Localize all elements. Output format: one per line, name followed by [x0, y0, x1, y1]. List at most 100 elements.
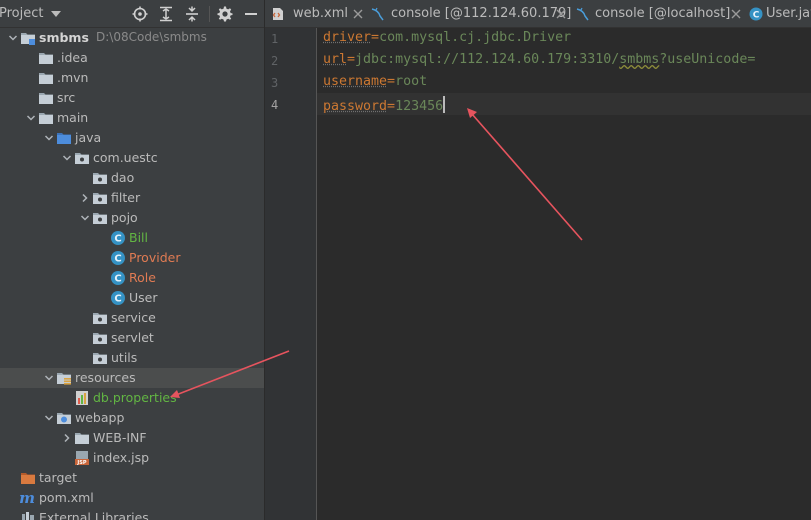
tree-node-external-libraries[interactable]: External Libraries [0, 508, 264, 520]
tree-node-label: resources [75, 370, 136, 385]
chevron-right-icon[interactable] [61, 432, 73, 444]
tree-node-label: src [57, 90, 76, 105]
tree-node-mvn[interactable]: .mvn [0, 68, 264, 88]
project-path: D:\08Code\smbms [96, 30, 207, 44]
excluded-folder-icon [21, 473, 35, 484]
tab-web-xml[interactable]: web.xml [271, 0, 371, 27]
gear-icon[interactable] [217, 6, 233, 22]
property-value: 123456 [395, 99, 444, 114]
code-line[interactable]: username=root [323, 74, 427, 89]
tree-node-dao[interactable]: dao [0, 168, 264, 188]
xml-file-icon [272, 8, 283, 20]
tree-node-main[interactable]: main [0, 108, 264, 128]
close-icon[interactable] [351, 7, 365, 21]
tree-node-idea[interactable]: .idea [0, 48, 264, 68]
tree-node-resources[interactable]: resources [0, 368, 264, 388]
chevron-down-icon[interactable] [79, 212, 91, 224]
tree-node-service[interactable]: service [0, 308, 264, 328]
chevron-down-icon[interactable] [43, 132, 55, 144]
source-folder-icon [57, 133, 71, 144]
tree-node-db-properties[interactable]: db.properties [0, 388, 264, 408]
tree-node-webapp[interactable]: webapp [0, 408, 264, 428]
tree-node-servlet[interactable]: servlet [0, 328, 264, 348]
property-key: username [323, 74, 388, 89]
property-value: com.mysql.cj.jdbc.Driver [379, 30, 572, 45]
code-line-current[interactable]: password=123456 [323, 96, 446, 114]
svg-text:C: C [114, 294, 121, 305]
tree-node-user[interactable]: C User [0, 288, 264, 308]
libraries-icon [22, 512, 34, 520]
folder-icon [39, 53, 53, 64]
tab-user-java[interactable]: C User.java [747, 0, 811, 27]
web-folder-icon [57, 413, 71, 424]
tree-node-label: Role [129, 270, 156, 285]
chevron-right-icon[interactable] [79, 192, 91, 204]
spellcheck-word: smbms [619, 52, 660, 67]
tree-node-label: db.properties [93, 390, 177, 405]
svg-text:C: C [114, 254, 121, 265]
class-icon: C [111, 291, 125, 305]
tree-node-label: Bill [129, 230, 148, 245]
tree-node-label: pom.xml [39, 490, 94, 505]
tree-node-utils[interactable]: utils [0, 348, 264, 368]
folder-icon [39, 73, 53, 84]
jsp-file-icon: JSP [75, 451, 89, 466]
folder-icon [39, 113, 53, 124]
expand-all-icon[interactable] [158, 6, 174, 22]
module-folder-icon [21, 33, 35, 45]
property-value: jdbc:mysql://112.124.60.179:3310/ [355, 52, 620, 67]
class-icon: C [111, 231, 125, 245]
editor-area: web.xml console [@112.124.60.179] consol… [265, 0, 811, 520]
svg-text:JSP: JSP [76, 460, 86, 466]
chevron-down-icon[interactable] [7, 32, 19, 44]
tree-node-index-jsp[interactable]: JSP index.jsp [0, 448, 264, 468]
tab-console-remote[interactable]: console [@112.124.60.179] [369, 0, 574, 27]
chevron-down-icon[interactable] [25, 112, 37, 124]
tree-node-smbms[interactable]: smbms D:\08Code\smbms [0, 28, 264, 48]
code-line[interactable]: url=jdbc:mysql://112.124.60.179:3310/smb… [323, 52, 755, 67]
tree-node-label: .idea [57, 50, 88, 65]
project-view-title[interactable]: Project [0, 6, 43, 21]
close-icon[interactable] [729, 7, 743, 21]
editor-tab-bar: web.xml console [@112.124.60.179] consol… [265, 0, 811, 28]
code-line[interactable]: driver=com.mysql.cj.jdbc.Driver [323, 30, 571, 45]
tree-node-filter[interactable]: filter [0, 188, 264, 208]
tree-node-label: main [57, 110, 89, 125]
svg-text:C: C [114, 274, 121, 285]
tree-node-label: External Libraries [39, 510, 149, 520]
collapse-all-icon[interactable] [184, 6, 200, 22]
chevron-down-icon[interactable] [43, 412, 55, 424]
tree-node-target[interactable]: target [0, 468, 264, 488]
tree-node-src[interactable]: src [0, 88, 264, 108]
tree-node-label: target [39, 470, 78, 485]
line-number: 3 [271, 76, 279, 90]
tree-node-label: Provider [129, 250, 181, 265]
project-tool-window: Project smbms D:\08Code\smbms .idea .mvn src… [0, 0, 265, 520]
minimize-icon[interactable] [243, 6, 259, 22]
tree-node-java[interactable]: java [0, 128, 264, 148]
tree-node-com-uestc[interactable]: com.uestc [0, 148, 264, 168]
chevron-down-icon[interactable] [50, 8, 62, 20]
tree-node-label: pojo [111, 210, 138, 225]
svg-text:C: C [753, 11, 760, 21]
tree-node-label: java [75, 130, 102, 145]
close-icon[interactable] [554, 7, 568, 21]
tree-node-role[interactable]: C Role [0, 268, 264, 288]
project-toolbar: Project [0, 0, 264, 28]
chevron-down-icon[interactable] [61, 152, 73, 164]
tree-node-web-inf[interactable]: WEB-INF [0, 428, 264, 448]
tree-node-label: service [111, 310, 156, 325]
resources-folder-icon [57, 373, 71, 385]
text-caret [443, 96, 446, 113]
tree-node-label: .mvn [57, 70, 89, 85]
tree-node-pom-xml[interactable]: m pom.xml [0, 488, 264, 508]
tree-node-bill[interactable]: C Bill [0, 228, 264, 248]
class-icon: C [111, 271, 125, 285]
chevron-down-icon[interactable] [43, 372, 55, 384]
line-number-gutter: 1 2 3 4 [265, 28, 317, 520]
tree-node-provider[interactable]: C Provider [0, 248, 264, 268]
tab-console-localhost[interactable]: console [@localhost] [574, 0, 746, 27]
locate-icon[interactable] [132, 6, 148, 22]
property-key: url [323, 52, 348, 67]
tree-node-pojo[interactable]: pojo [0, 208, 264, 228]
